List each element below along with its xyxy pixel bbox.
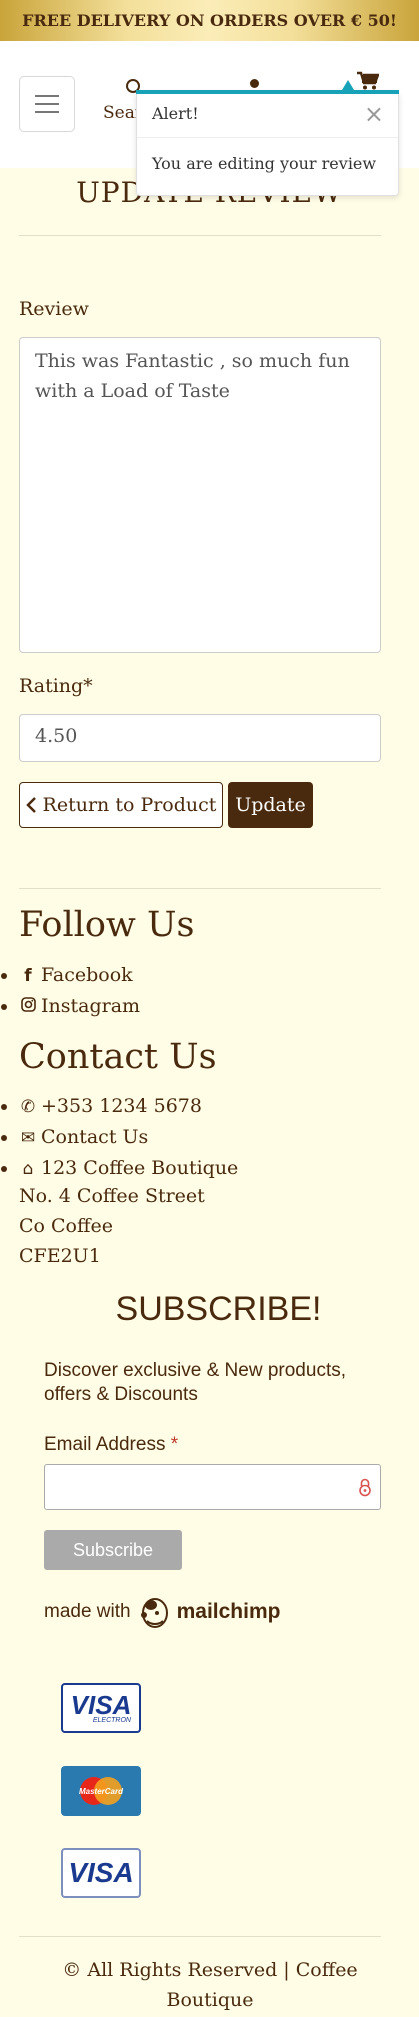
mastercard-wordmark: MasterCard [79, 1787, 124, 1796]
visa-logo: VISA [61, 1848, 141, 1898]
title-divider [19, 235, 381, 236]
visa-brand: VISA [68, 1857, 134, 1888]
required-mark: * [170, 1434, 179, 1455]
address-line-label: 123 Coffee Boutique [41, 1157, 239, 1179]
facebook-label: Facebook [41, 964, 133, 986]
toast-header: Alert! × [137, 92, 398, 138]
return-to-product-button[interactable]: Return to Product [19, 782, 223, 828]
footer-copyright: © All Rights Reserved | Coffee Boutique [40, 1955, 380, 2015]
address-line: No. 4 Coffee Street [19, 1185, 205, 1207]
update-button[interactable]: Update [228, 782, 313, 828]
chevron-left-icon [25, 797, 36, 813]
envelope-icon: ✉ [20, 1128, 36, 1148]
review-label: Review [19, 298, 89, 320]
account-icon[interactable] [250, 79, 259, 88]
follow-heading: Follow Us [19, 905, 195, 945]
made-with-text: made with [44, 1601, 131, 1622]
subscribe-button[interactable]: Subscribe [44, 1530, 182, 1570]
email-field[interactable] [44, 1464, 381, 1510]
visa-electron-logo: VISA ELECTRON [61, 1683, 141, 1733]
menu-button[interactable] [19, 76, 75, 132]
subscribe-text: Discover exclusive & New products, offer… [44, 1360, 346, 1405]
address-line: CFE2U1 [19, 1245, 101, 1267]
menu-icon-bar [35, 103, 59, 105]
instagram-label: Instagram [41, 995, 141, 1017]
alert-toast: Alert! × You are editing your review [136, 80, 399, 196]
rating-label: Rating* [19, 675, 93, 697]
visa-electron-brand: VISA [70, 1689, 132, 1720]
facebook-icon: f [24, 966, 32, 986]
mastercard-circles: MasterCard [79, 1777, 124, 1805]
copyright-text: All Rights Reserved | Coffee Boutique [87, 1959, 358, 2011]
email-label: Email Address * [44, 1434, 178, 1456]
footer-divider [19, 1936, 381, 1937]
social-link-facebook[interactable]: f Facebook [19, 960, 140, 991]
review-textarea[interactable]: This was Fantastic , so much fun with a … [19, 337, 381, 653]
return-button-label: Return to Product [42, 794, 217, 816]
home-icon: ⌂ [22, 1159, 34, 1179]
delivery-banner: FREE DELIVERY ON ORDERS OVER € 50! [0, 0, 419, 41]
social-list: f Facebook Instagram [0, 960, 140, 1022]
contact-link-label: Contact Us [41, 1126, 149, 1148]
toast-message: You are editing your review [152, 154, 377, 173]
mailchimp-logo-icon [140, 1598, 168, 1628]
phone-icon: ✆ [20, 1097, 36, 1117]
toast-arrow [342, 80, 354, 90]
mastercard-logo: MasterCard [61, 1766, 141, 1816]
menu-icon-bar [35, 95, 59, 97]
mailchimp-badge[interactable]: made with mailchimp [44, 1595, 280, 1629]
section-divider [19, 888, 381, 889]
lock-icon [359, 1478, 371, 1497]
contact-address: ⌂ 123 Coffee Boutique [19, 1153, 239, 1184]
close-icon[interactable]: × [364, 100, 384, 128]
contact-phone[interactable]: ✆+353 1234 5678 [19, 1091, 238, 1122]
menu-icon-bar [35, 111, 59, 113]
contact-email[interactable]: ✉Contact Us [19, 1122, 238, 1153]
mailchimp-wordmark: mailchimp [176, 1600, 281, 1623]
rating-input[interactable]: 4.50 [19, 714, 381, 762]
contact-list: ✆+353 1234 5678 ✉Contact Us ⌂ 123 Coffee … [0, 1091, 238, 1184]
address-line: Co Coffee [19, 1215, 113, 1237]
contact-heading: Contact Us [19, 1037, 217, 1077]
instagram-icon [19, 992, 37, 1022]
social-link-instagram[interactable]: Instagram [19, 991, 140, 1022]
toast-title: Alert! [152, 104, 199, 123]
delivery-banner-text: FREE DELIVERY ON ORDERS OVER € 50! [22, 11, 397, 30]
copyright-icon: © [62, 1959, 82, 1981]
subscribe-title: SUBSCRIBE! [115, 1290, 322, 1328]
visa-electron-sub: ELECTRON [92, 1716, 131, 1724]
email-label-text: Email Address [44, 1434, 166, 1455]
phone-label: +353 1234 5678 [41, 1095, 202, 1117]
